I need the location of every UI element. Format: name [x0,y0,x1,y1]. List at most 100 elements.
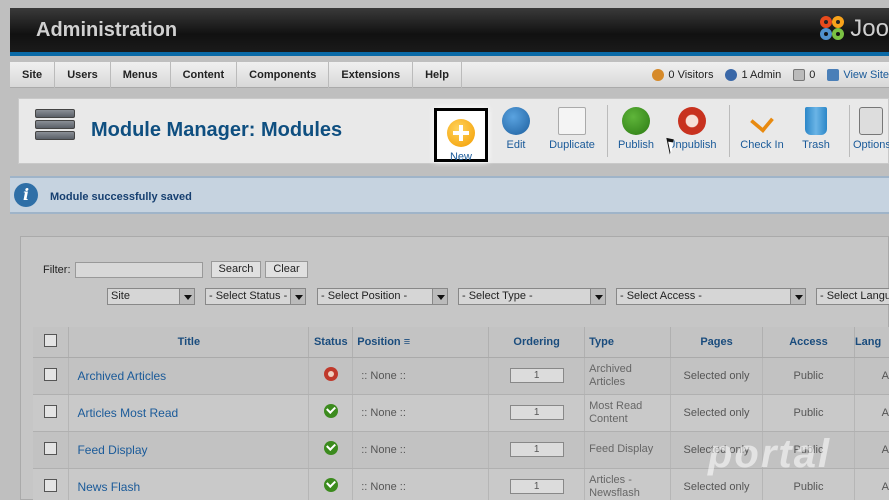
position-cell: :: None :: [352,468,490,500]
main-menubar: Site Users Menus Content Components Exte… [10,62,889,88]
row-select-cell [33,394,70,432]
access-cell[interactable]: Public [762,394,855,432]
select-all-header [33,327,70,358]
menu-extensions[interactable]: Extensions [329,62,414,88]
title-cell: News Flash [68,468,310,500]
messages-status[interactable]: 0 [793,69,815,81]
position-cell: :: None :: [352,394,490,432]
status-cell [308,357,354,395]
checkin-label: Check In [740,139,784,151]
admin-header: Administration Joo [10,8,889,56]
position-select[interactable]: - Select Position - [317,288,448,305]
options-label: Options [853,139,889,151]
ordering-cell: 1 [488,431,586,469]
menu-content[interactable]: Content [171,62,238,88]
menu-components[interactable]: Components [237,62,330,88]
duplicate-button[interactable]: Duplicate [543,107,601,151]
type-header[interactable]: Type [584,327,672,358]
type-cell: Feed Display [584,431,672,469]
language-select[interactable]: - Select Language - [816,288,889,305]
status-cell [308,468,354,500]
module-title-link[interactable]: Feed Display [77,443,147,457]
publish-check-icon [622,107,650,135]
ordering-input[interactable]: 1 [509,479,564,494]
published-status-icon[interactable] [323,478,338,492]
menu-menus[interactable]: Menus [111,62,171,88]
message-text: Module successfully saved [50,191,192,203]
row-select-cell [33,431,70,469]
title-header[interactable]: Title [68,327,310,358]
row-checkbox[interactable] [44,441,58,455]
ordering-input[interactable]: 1 [509,368,564,383]
filter-input[interactable] [74,261,203,278]
menu-site[interactable]: Site [10,62,56,88]
access-select[interactable]: - Select Access - [616,288,806,305]
publish-button[interactable]: Publish [607,107,665,151]
view-site-label: View Site [843,69,889,81]
unpublish-circle-icon [678,107,706,135]
plus-icon [447,119,475,147]
published-status-icon[interactable] [323,404,338,418]
language-cell: A [854,468,889,500]
position-select-value: - Select Position - [321,290,408,302]
language-cell: A [854,431,889,469]
unpublished-status-icon[interactable] [323,367,338,381]
edit-button[interactable]: Edit [487,107,545,151]
page-title: Module Manager: Modules [91,119,343,141]
new-label: New [449,151,472,163]
options-button[interactable]: Options [853,107,889,151]
status-select-value: - Select Status - [209,290,288,302]
access-header[interactable]: Access [762,327,855,358]
access-cell[interactable]: Public [762,357,855,395]
row-checkbox[interactable] [44,478,58,492]
pencil-icon [502,107,530,135]
status-select[interactable]: - Select Status - [205,288,306,305]
module-title-link[interactable]: Archived Articles [77,369,166,383]
edit-label: Edit [506,139,526,151]
toolbar-divider [729,105,730,157]
module-manager-icon [35,109,75,151]
ordering-input[interactable]: 1 [509,405,564,420]
select-all-checkbox[interactable] [44,333,58,347]
title-cell: Feed Display [68,431,310,469]
pages-cell: Selected only [670,357,763,395]
visitors-icon [652,69,665,81]
menu-help[interactable]: Help [413,62,462,88]
type-cell: Archived Articles [584,357,672,395]
row-checkbox[interactable] [44,367,58,381]
position-cell: :: None :: [352,431,490,469]
site-select[interactable]: Site [107,288,195,305]
position-header[interactable]: Position ≡ [352,327,490,358]
published-status-icon[interactable] [323,441,338,455]
filter-label: Filter: [43,263,71,276]
search-button[interactable]: Search [210,261,262,278]
new-button[interactable]: New [434,108,488,163]
duplicate-label: Duplicate [549,139,595,151]
checkin-button[interactable]: Check In [733,107,791,151]
admin-user-icon [725,69,738,81]
language-header[interactable]: Lang [854,327,889,358]
status-header[interactable]: Status [308,327,354,358]
type-select-value: - Select Type - [462,290,533,302]
pages-header[interactable]: Pages [670,327,763,358]
clear-button[interactable]: Clear [265,261,308,278]
language-cell: A [854,357,889,395]
module-title-link[interactable]: News Flash [77,480,140,494]
table-row: Articles Most Read :: None :: 1 Most Rea… [33,394,889,432]
row-checkbox[interactable] [44,404,58,418]
ordering-cell: 1 [488,394,586,432]
filter-bar: Filter: Search Clear [43,261,308,278]
menu-users[interactable]: Users [55,62,111,88]
ordering-input[interactable]: 1 [509,442,564,457]
admins-count: 1 Admin [741,69,782,81]
ordering-header[interactable]: Ordering [488,327,586,358]
module-title-link[interactable]: Articles Most Read [77,406,178,420]
joomla-logo: Joo [818,14,889,44]
trash-button[interactable]: Trash [787,107,845,151]
checkin-icon [750,109,774,133]
type-select[interactable]: - Select Type - [458,288,606,305]
trash-icon [805,107,827,135]
view-site-link[interactable]: View Site [827,69,889,81]
title-cell: Articles Most Read [68,394,310,432]
joomla-logo-mark [818,14,848,44]
